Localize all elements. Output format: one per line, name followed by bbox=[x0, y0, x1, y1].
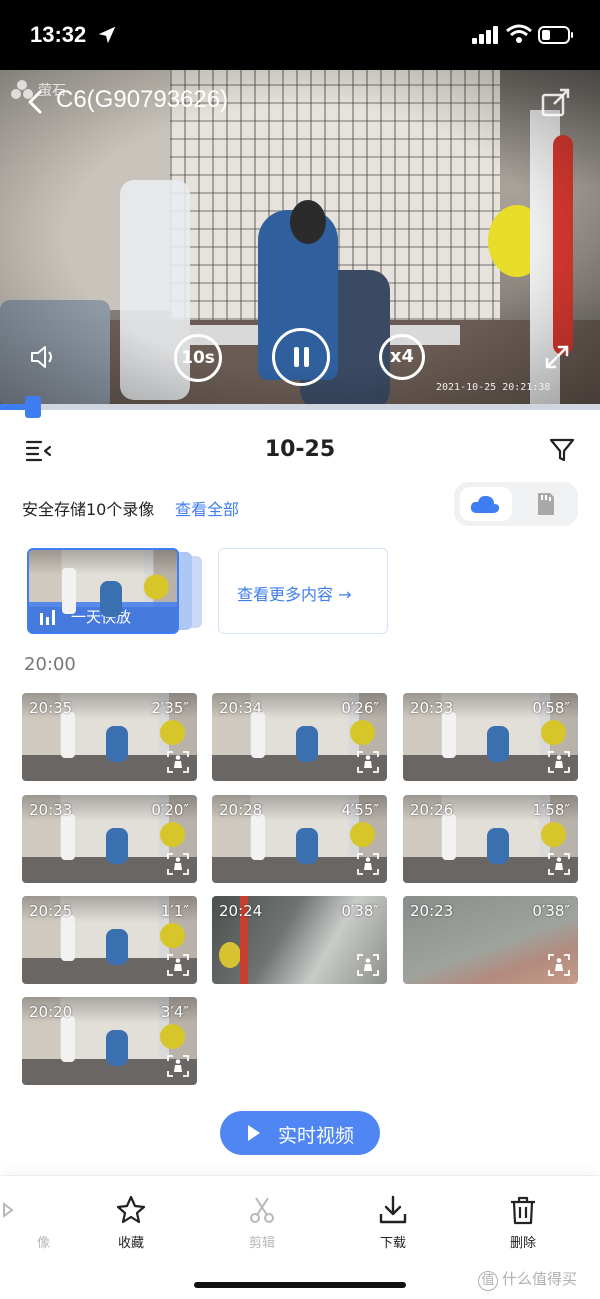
clip-duration: 0′38″ bbox=[341, 902, 379, 920]
clip-duration: 0′38″ bbox=[532, 902, 570, 920]
toolbar-edit-button[interactable]: 剪辑 bbox=[222, 1194, 302, 1254]
download-icon bbox=[379, 1195, 407, 1224]
person-detected-icon bbox=[167, 853, 189, 875]
speaker-icon[interactable] bbox=[28, 342, 58, 372]
watermark-text: 什么值得买 bbox=[502, 1270, 578, 1288]
live-video-label: 实时视频 bbox=[278, 1125, 355, 1147]
storage-summary: 安全存储10个录像 bbox=[22, 500, 155, 519]
filter-icon[interactable] bbox=[548, 436, 576, 464]
clip-duration: 0′26″ bbox=[341, 699, 379, 717]
date-label[interactable]: 10-25 bbox=[0, 437, 600, 462]
person-detected-icon bbox=[548, 853, 570, 875]
playback-progress-handle[interactable] bbox=[25, 396, 41, 418]
clip-time: 20:34 bbox=[219, 699, 263, 717]
video-timestamp: 2021-10-25 20:21:38 bbox=[436, 382, 551, 393]
pause-button[interactable] bbox=[272, 328, 330, 386]
person-detected-icon bbox=[357, 751, 379, 773]
play-icon bbox=[248, 1125, 260, 1141]
clip-item[interactable]: 20:33 0′20″ bbox=[22, 795, 197, 883]
live-video-button[interactable]: 实时视频 bbox=[220, 1111, 380, 1155]
hour-header: 20:00 bbox=[24, 654, 76, 675]
clip-duration: 1′1″ bbox=[160, 902, 189, 920]
status-bar: 13:32 bbox=[0, 0, 600, 70]
clip-item[interactable]: 20:33 0′58″ bbox=[403, 693, 578, 781]
toolbar-record-label: 像 bbox=[36, 1236, 50, 1251]
speed-x4-button[interactable]: x4 bbox=[379, 334, 425, 380]
battery-icon bbox=[538, 26, 573, 44]
clip-duration: 0′20″ bbox=[151, 801, 189, 819]
toolbar-delete-label: 删除 bbox=[509, 1236, 536, 1251]
toolbar-edit-label: 剪辑 bbox=[248, 1236, 275, 1251]
clip-item[interactable]: 20:23 0′38″ bbox=[403, 896, 578, 984]
clip-item[interactable]: 20:28 4′55″ bbox=[212, 795, 387, 883]
person-detected-icon bbox=[548, 954, 570, 976]
cloud-icon bbox=[470, 495, 500, 513]
watermark: 值什么值得买 bbox=[478, 1268, 577, 1291]
clip-item[interactable]: 20:26 1′58″ bbox=[403, 795, 578, 883]
status-time: 13:32 bbox=[30, 22, 87, 47]
toolbar-favorite-label: 收藏 bbox=[117, 1236, 144, 1251]
clip-duration: 2′35″ bbox=[151, 699, 189, 717]
clip-item[interactable]: 20:24 0′38″ bbox=[212, 896, 387, 984]
view-more-label: 查看更多内容 → bbox=[237, 585, 352, 604]
clip-time: 20:20 bbox=[29, 1003, 73, 1021]
rewind-10s-button[interactable]: 10s bbox=[174, 334, 222, 382]
trash-icon bbox=[511, 1196, 535, 1225]
toolbar-download-button[interactable]: 下载 bbox=[353, 1194, 433, 1254]
clip-time: 20:26 bbox=[410, 801, 454, 819]
person-detected-icon bbox=[357, 853, 379, 875]
view-all-link[interactable]: 查看全部 bbox=[175, 496, 239, 520]
person-detected-icon bbox=[167, 751, 189, 773]
clip-time: 20:24 bbox=[219, 902, 263, 920]
clip-time: 20:35 bbox=[29, 699, 73, 717]
clip-duration: 0′58″ bbox=[532, 699, 570, 717]
clip-duration: 4′55″ bbox=[341, 801, 379, 819]
location-arrow-icon bbox=[98, 26, 116, 44]
clip-item[interactable]: 20:35 2′35″ bbox=[22, 693, 197, 781]
share-icon[interactable] bbox=[540, 86, 572, 118]
watermark-badge: 值 bbox=[478, 1271, 498, 1291]
sd-card-icon[interactable] bbox=[536, 491, 556, 517]
view-more-card[interactable]: 查看更多内容 → bbox=[218, 548, 388, 634]
toolbar-record-button[interactable]: 像 bbox=[0, 1194, 50, 1254]
toolbar-delete-button[interactable]: 删除 bbox=[483, 1194, 563, 1254]
clip-time: 20:28 bbox=[219, 801, 263, 819]
home-indicator[interactable] bbox=[194, 1282, 406, 1288]
clip-item[interactable]: 20:20 3′4″ bbox=[22, 997, 197, 1085]
day-fast-play-card[interactable]: 一天快放 bbox=[27, 548, 179, 634]
clip-time: 20:33 bbox=[410, 699, 454, 717]
clip-time: 20:25 bbox=[29, 902, 73, 920]
playback-progress-bar[interactable] bbox=[0, 404, 600, 410]
record-icon bbox=[3, 1202, 14, 1218]
person-detected-icon bbox=[357, 954, 379, 976]
bar-chart-icon bbox=[40, 610, 55, 625]
camera-title: C6(G90793626) bbox=[56, 86, 229, 113]
person-detected-icon bbox=[548, 751, 570, 773]
clip-item[interactable]: 20:25 1′1″ bbox=[22, 896, 197, 984]
clip-item[interactable]: 20:34 0′26″ bbox=[212, 693, 387, 781]
star-icon bbox=[116, 1195, 146, 1224]
wifi-icon bbox=[506, 24, 532, 43]
cellular-signal-icon bbox=[472, 26, 498, 44]
toolbar-download-label: 下载 bbox=[379, 1236, 406, 1251]
person-detected-icon bbox=[167, 954, 189, 976]
toolbar-favorite-button[interactable]: 收藏 bbox=[91, 1194, 171, 1254]
fullscreen-icon[interactable] bbox=[544, 344, 570, 370]
person-detected-icon bbox=[167, 1055, 189, 1077]
clip-time: 20:23 bbox=[410, 902, 454, 920]
back-arrow-icon[interactable] bbox=[24, 88, 46, 116]
scissors-icon bbox=[250, 1197, 274, 1223]
clip-time: 20:33 bbox=[29, 801, 73, 819]
clip-duration: 1′58″ bbox=[532, 801, 570, 819]
video-player[interactable]: 萤石 C6(G90793626) 10s x4 2021-10-25 20:21… bbox=[0, 70, 600, 406]
clip-duration: 3′4″ bbox=[160, 1003, 189, 1021]
